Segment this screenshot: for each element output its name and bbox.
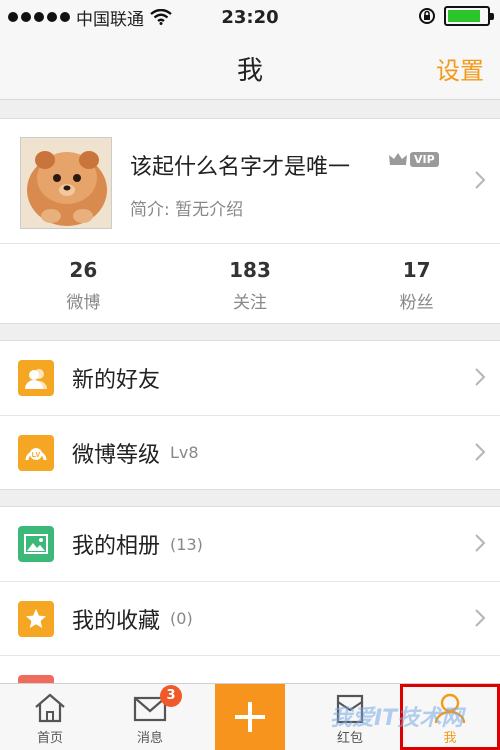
tab-bar: 首页 3 消息 红包 我 xyxy=(0,683,500,750)
menu-group-social: 新的好友 LV 微博等级 Lv8 xyxy=(0,340,500,490)
tab-messages[interactable]: 3 消息 xyxy=(100,684,200,750)
user-bio: 简介: 暂无介绍 xyxy=(130,200,244,220)
tab-label: 我 xyxy=(443,731,457,746)
stat-following[interactable]: 183 关注 xyxy=(167,244,334,325)
chevron-right-icon xyxy=(475,171,486,189)
stat-value: 26 xyxy=(69,258,98,282)
chevron-right-icon xyxy=(475,368,486,386)
chevron-right-icon xyxy=(475,443,486,461)
vip-badge[interactable]: VIP xyxy=(388,151,439,167)
tab-home[interactable]: 首页 xyxy=(0,684,100,750)
page-title: 我 xyxy=(236,56,263,86)
carrier-name: 中国联通 xyxy=(76,9,144,30)
favorites-icon xyxy=(18,600,54,637)
crown-icon xyxy=(389,153,407,165)
chevron-right-icon xyxy=(475,609,486,627)
stat-label: 微博 xyxy=(66,293,101,313)
menu-item-label: 我的收藏 xyxy=(72,608,161,634)
svg-text:LV: LV xyxy=(32,452,41,459)
home-icon xyxy=(35,693,65,723)
compose-plus-icon xyxy=(235,702,265,732)
level-value: Lv8 xyxy=(170,443,199,462)
stat-label: 粉丝 xyxy=(399,293,434,313)
stat-value: 17 xyxy=(402,258,431,282)
chevron-right-icon xyxy=(475,534,486,552)
album-count: (13) xyxy=(170,534,203,554)
level-icon: LV xyxy=(18,434,54,471)
profile-stats: 26 微博 183 关注 17 粉丝 xyxy=(0,243,500,325)
profile-card[interactable]: 该起什么名字才是唯一 VIP 简介: 暂无介绍 26 微博 183 关注 17 … xyxy=(0,118,500,324)
menu-item-album[interactable]: 我的相册 (13) xyxy=(0,507,500,581)
compose-button[interactable] xyxy=(215,684,285,750)
album-icon xyxy=(18,526,54,562)
tab-label: 红包 xyxy=(336,731,363,746)
dog-avatar-image xyxy=(21,138,111,228)
status-bar: 中国联通 23:20 xyxy=(0,0,500,34)
stat-label: 关注 xyxy=(233,293,267,313)
tab-compose[interactable] xyxy=(200,684,300,750)
menu-item-level[interactable]: LV 微博等级 Lv8 xyxy=(0,415,500,489)
rotation-lock-icon xyxy=(419,8,435,24)
stat-weibo[interactable]: 26 微博 xyxy=(0,244,167,325)
settings-button[interactable]: 设置 xyxy=(436,51,484,86)
menu-item-new-friends[interactable]: 新的好友 xyxy=(0,341,500,415)
menu-item-label: 我的相册 xyxy=(72,534,161,559)
wifi-icon xyxy=(150,9,172,25)
menu-item-favorites[interactable]: 我的收藏 (0) xyxy=(0,581,500,655)
new-friends-icon xyxy=(18,360,54,396)
avatar[interactable] xyxy=(20,137,112,229)
signal-strength-icon xyxy=(8,12,70,22)
battery-icon xyxy=(444,6,494,26)
red-packet-icon xyxy=(336,694,364,724)
favorites-count: (0) xyxy=(170,609,193,628)
vip-label: VIP xyxy=(410,151,439,167)
user-name: 该起什么名字才是唯一 xyxy=(130,155,351,180)
unread-badge: 3 xyxy=(160,685,182,707)
tab-me[interactable]: 我 xyxy=(400,684,500,750)
menu-item-label: 新的好友 xyxy=(72,368,161,393)
tab-red-packet[interactable]: 红包 xyxy=(300,684,400,750)
menu-item-label: 微博等级 xyxy=(72,442,161,468)
stat-followers[interactable]: 17 粉丝 xyxy=(333,244,500,325)
tab-label: 消息 xyxy=(136,731,163,746)
navigation-bar: 我 设置 xyxy=(0,34,500,100)
tab-label: 首页 xyxy=(36,731,63,746)
stat-value: 183 xyxy=(229,258,271,282)
profile-icon xyxy=(434,693,466,724)
